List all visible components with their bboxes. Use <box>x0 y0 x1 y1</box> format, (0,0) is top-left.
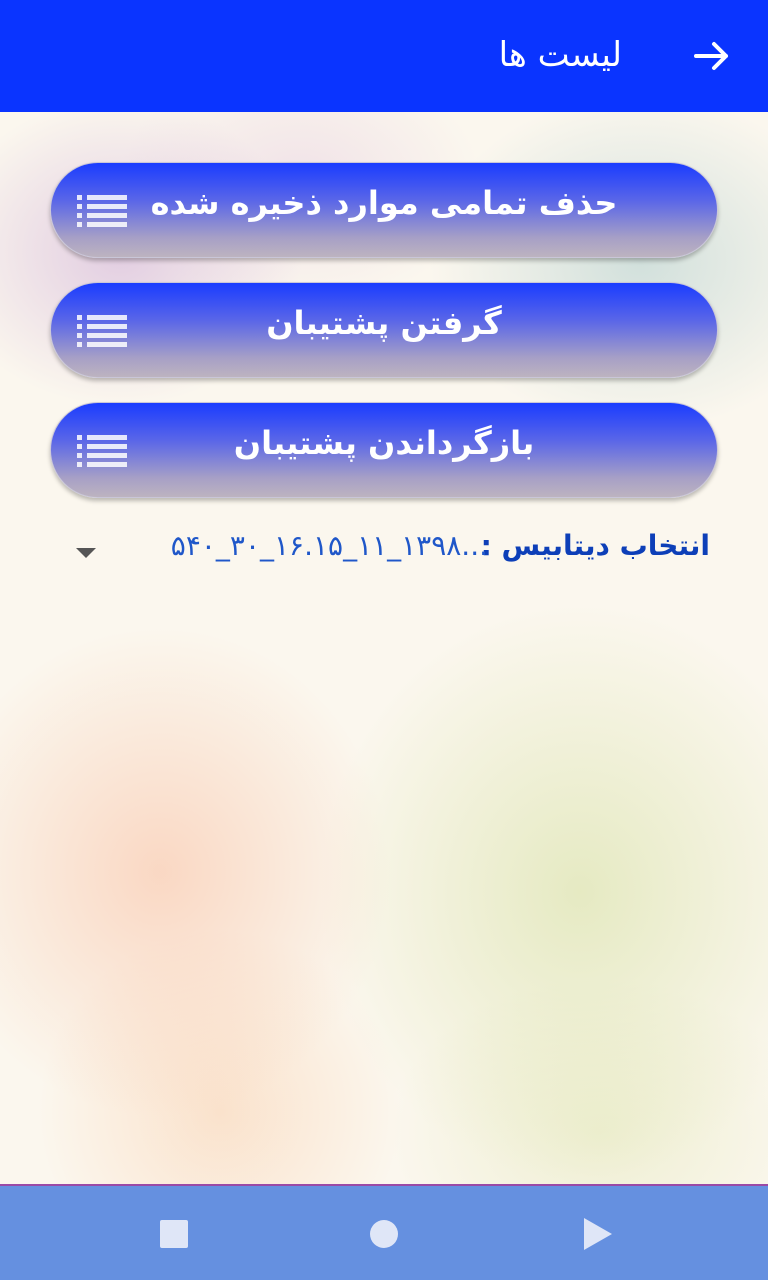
recents-icon[interactable] <box>150 1210 198 1258</box>
delete-all-saved-button[interactable]: حذف تمامی موارد ذخیره شده <box>50 162 718 258</box>
home-icon[interactable] <box>360 1210 408 1258</box>
database-select-value: ...۱۳۹۸_۱۱_۱۶.۱۵_۳۰_۵۴۰ <box>170 529 488 562</box>
restore-backup-button[interactable]: بازگرداندن پشتیبان <box>50 402 718 498</box>
arrow-right-icon[interactable] <box>688 32 736 80</box>
watercolor-background <box>0 112 768 1184</box>
button-label: حذف تمامی موارد ذخیره شده <box>150 184 618 222</box>
page-title: لیست ها <box>498 35 622 75</box>
dropdown-arrow-icon <box>76 548 96 558</box>
database-select-label: انتخاب دیتابیس : <box>480 529 710 562</box>
button-label: بازگرداندن پشتیبان <box>233 424 535 462</box>
system-nav-bar <box>0 1184 768 1280</box>
create-backup-button[interactable]: گرفتن پشتیبان <box>50 282 718 378</box>
back-triangle-icon[interactable] <box>574 1210 622 1258</box>
app-bar: لیست ها <box>0 0 768 112</box>
button-label: گرفتن پشتیبان <box>266 304 502 342</box>
database-select[interactable]: انتخاب دیتابیس : ...۱۳۹۸_۱۱_۱۶.۱۵_۳۰_۵۴۰ <box>60 520 720 574</box>
